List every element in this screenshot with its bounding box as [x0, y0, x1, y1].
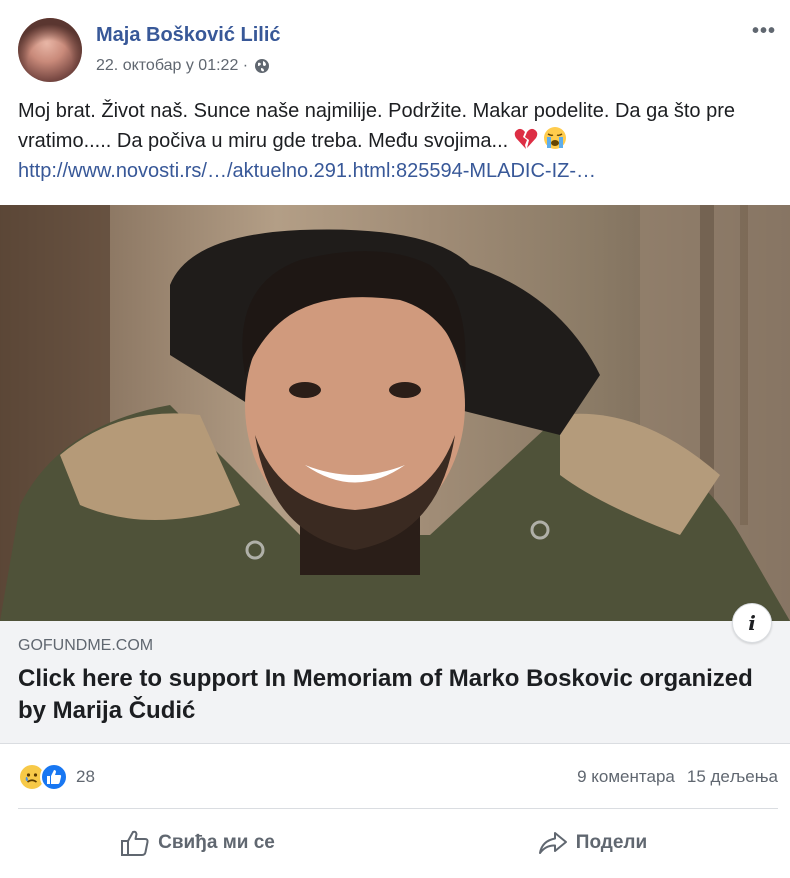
post-text: Moj brat. Život naš. Sunce naše najmilij…: [18, 96, 770, 156]
like-label: Свиђа ми се: [158, 832, 275, 853]
post-meta: 22. октобар у 01:22 ·: [96, 57, 270, 75]
facebook-post: Maja Bošković Lilić 22. октобар у 01:22 …: [0, 0, 790, 878]
link-title[interactable]: Click here to support In Memoriam of Mar…: [18, 663, 758, 727]
like-reaction-icon: [40, 763, 68, 791]
avatar[interactable]: [18, 18, 82, 82]
shares-count[interactable]: 15 дељења: [687, 767, 778, 787]
comments-count[interactable]: 9 коментара: [577, 767, 675, 787]
reaction-count: 28: [76, 767, 95, 786]
author-name[interactable]: Maja Bošković Lilić: [96, 24, 281, 47]
link-preview-image[interactable]: [0, 205, 790, 621]
share-button[interactable]: Подели: [395, 818, 790, 868]
broken-heart-icon: [514, 128, 538, 149]
more-options-button[interactable]: •••: [752, 20, 776, 43]
link-domain: GOFUNDME.COM: [18, 637, 154, 654]
portrait-photo: [0, 205, 790, 621]
thumbs-up-icon: [121, 830, 149, 856]
reactions-summary[interactable]: 28: [18, 763, 95, 791]
post-text-content: Moj brat. Život naš. Sunce naše najmilij…: [18, 100, 736, 152]
post-actions: Свиђа ми се Подели: [0, 818, 790, 868]
timestamp[interactable]: 22. октобар у 01:22 ·: [96, 57, 248, 75]
avatar-hair: [18, 18, 82, 82]
share-icon: [538, 832, 567, 854]
globe-icon[interactable]: [254, 58, 270, 74]
engagement-stats: 9 коментара 15 дељења: [577, 767, 778, 787]
share-label: Подели: [575, 832, 648, 853]
article-link[interactable]: http://www.novosti.rs/…/aktuelno.291.htm…: [18, 160, 596, 183]
info-icon[interactable]: i: [732, 603, 772, 643]
crying-face-icon: [544, 127, 567, 149]
like-button[interactable]: Свиђа ми се: [0, 818, 395, 868]
link-preview-card[interactable]: GOFUNDME.COM Click here to support In Me…: [0, 621, 790, 744]
divider: [18, 808, 778, 809]
